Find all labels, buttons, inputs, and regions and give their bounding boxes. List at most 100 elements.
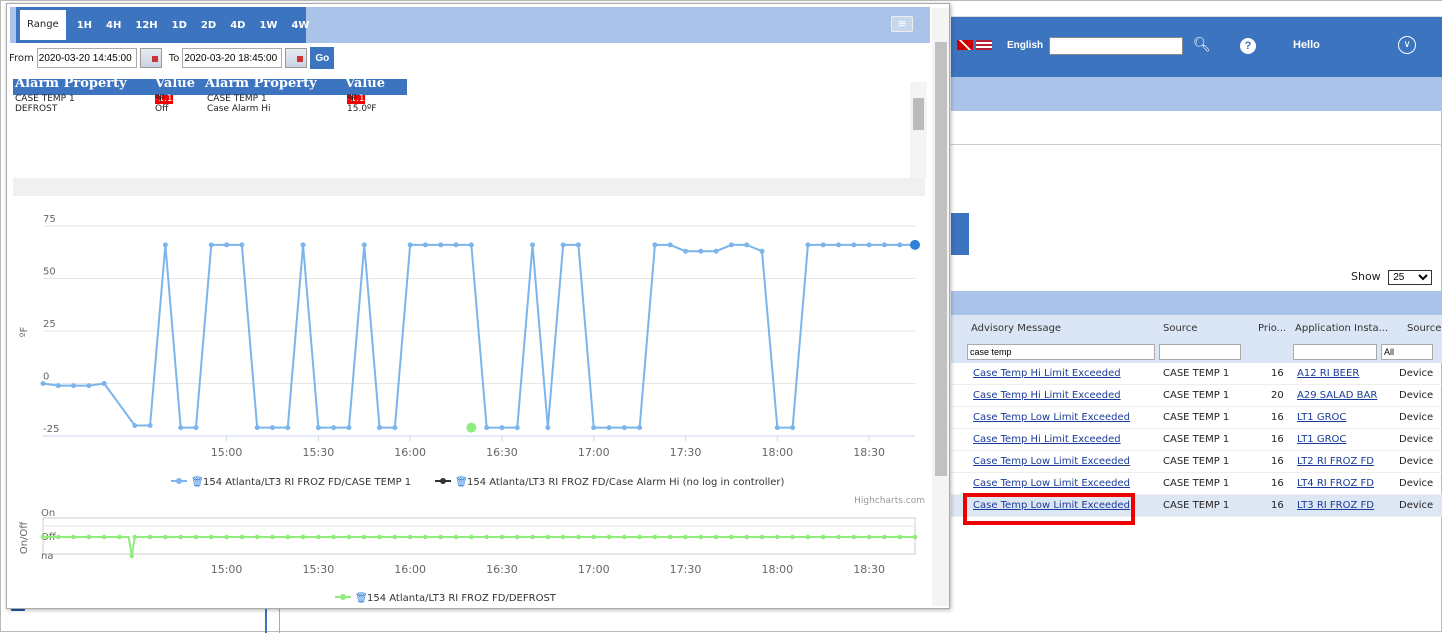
browser-top-strip [951, 1, 1442, 17]
col-source[interactable]: Source [1163, 323, 1197, 334]
search-icon[interactable]: 🔍︎ [1193, 36, 1211, 53]
table-row[interactable]: Case Temp Hi Limit Exceeded CASE TEMP 1 20… [951, 385, 1442, 407]
x-tick-label: 18:30 [853, 563, 885, 576]
to-date-input[interactable] [182, 48, 283, 68]
range-tab-2d[interactable]: 2D [194, 20, 223, 31]
source-type-cell: Device [1399, 478, 1434, 489]
table-row[interactable]: Case Temp Hi Limit Exceeded CASE TEMP 1 16… [951, 363, 1442, 385]
grid-toolbar [951, 291, 1442, 315]
range-tab-1h[interactable]: 1H [70, 20, 99, 31]
application-link[interactable]: LT1 GROC [1297, 434, 1346, 445]
filter-source-type-input[interactable] [1381, 344, 1433, 360]
source-cell: CASE TEMP 1 [1163, 434, 1230, 445]
priority-cell: 16 [1271, 368, 1284, 379]
advisory-message-link[interactable]: Case Temp Hi Limit Exceeded [973, 390, 1121, 401]
us-flag-icon[interactable] [976, 40, 992, 50]
page-size-select[interactable]: 25 [1388, 270, 1433, 285]
header-search-input[interactable] [1049, 37, 1183, 55]
side-toggle-button[interactable] [951, 213, 969, 255]
scroll-thumb[interactable] [913, 98, 924, 130]
advisory-message-link[interactable]: Case Temp Hi Limit Exceeded [973, 368, 1121, 379]
filter-message-input[interactable] [967, 344, 1155, 360]
data-point [377, 534, 382, 540]
show-label: Show [1351, 270, 1381, 283]
data-point [774, 425, 780, 431]
data-point [86, 534, 92, 540]
data-point [836, 242, 842, 248]
legend-item-case-temp: 154 Atlanta/LT3 RI FROZ FD/CASE TEMP 1 [203, 477, 411, 488]
uk-flag-icon[interactable] [957, 40, 973, 50]
chevron-down-icon[interactable]: ∨ [1398, 36, 1416, 54]
data-point [530, 534, 535, 540]
hamburger-icon[interactable]: ≡ [891, 16, 913, 32]
data-point [897, 242, 903, 248]
legend-symbol [440, 478, 446, 484]
range-tab-1d[interactable]: 1D [165, 20, 194, 31]
data-point [163, 534, 168, 540]
application-link[interactable]: LT1 GROC [1297, 412, 1346, 423]
data-point [269, 425, 275, 431]
source-cell: CASE TEMP 1 [1163, 412, 1230, 423]
advisory-message-link[interactable]: Case Temp Hi Limit Exceeded [973, 434, 1121, 445]
col-source-type[interactable]: Source [1407, 323, 1441, 334]
data-point [239, 242, 245, 248]
range-tab-4w[interactable]: 4W [284, 20, 316, 31]
advisory-message-link[interactable]: Case Temp Low Limit Exceeded [973, 412, 1130, 423]
header-alarm-property-2: Alarm Property [205, 76, 317, 91]
data-point [744, 242, 750, 248]
data-point [728, 242, 734, 248]
sub-header-bar [951, 77, 1442, 111]
range-tab-12h[interactable]: 12H [128, 20, 164, 31]
range-tab-range[interactable]: Range [20, 10, 66, 40]
filter-source-input[interactable] [1159, 344, 1241, 360]
application-link[interactable]: A12 RI BEER [1297, 368, 1359, 379]
table-row[interactable]: Case Temp Low Limit Exceeded CASE TEMP 1 1… [951, 495, 1442, 517]
scroll-thumb[interactable] [935, 42, 947, 476]
calendar-icon[interactable] [139, 48, 162, 68]
grid-header: Advisory Message Source Prio... Applicat… [951, 315, 1442, 341]
col-application-instance[interactable]: Application Insta... [1295, 323, 1388, 334]
data-point [101, 534, 107, 540]
x-tick-label: 17:00 [578, 446, 610, 459]
table-row[interactable]: Case Temp Low Limit Exceeded CASE TEMP 1 1… [951, 451, 1442, 473]
data-point [71, 383, 77, 389]
data-point [377, 425, 383, 431]
application-link[interactable]: A29 SALAD BAR [1297, 390, 1377, 401]
priority-cell: 16 [1271, 434, 1284, 445]
application-link[interactable]: LT4 RI FROZ FD [1297, 478, 1374, 489]
language-label[interactable]: English [1007, 40, 1043, 51]
advisory-message-link[interactable]: Case Temp Low Limit Exceeded [973, 500, 1130, 511]
legend-symbol [176, 478, 182, 484]
go-button[interactable]: Go [310, 47, 335, 69]
help-icon[interactable]: ? [1240, 38, 1256, 54]
col-priority[interactable]: Prio... [1258, 323, 1286, 334]
advisory-message-link[interactable]: Case Temp Low Limit Exceeded [973, 478, 1130, 489]
application-link[interactable]: LT2 RI FROZ FD [1297, 456, 1374, 467]
data-point [162, 242, 168, 248]
source-cell: CASE TEMP 1 [1163, 390, 1230, 401]
application-link[interactable]: LT3 RI FROZ FD [1297, 500, 1374, 511]
advisory-message-link[interactable]: Case Temp Low Limit Exceeded [973, 456, 1130, 467]
range-tab-1w[interactable]: 1W [252, 20, 284, 31]
table-row[interactable]: Case Temp Low Limit Exceeded CASE TEMP 1 1… [951, 473, 1442, 495]
popup-scrollbar[interactable] [932, 8, 949, 606]
data-point [129, 553, 135, 559]
table-row[interactable]: Case Temp Hi Limit Exceeded CASE TEMP 1 16… [951, 429, 1442, 451]
data-point [178, 425, 184, 431]
language-flags[interactable] [957, 40, 992, 50]
filter-app-input[interactable] [1293, 344, 1377, 360]
horizontal-scrollbar[interactable] [13, 178, 925, 196]
defrost-chart: OnOffnaOn/Off15:00 15:30 16:00 16:30 17:00 17… [19, 508, 918, 604]
data-point [468, 242, 474, 248]
table-row[interactable]: Case Temp Low Limit Exceeded CASE TEMP 1 1… [951, 407, 1442, 429]
priority-cell: 16 [1271, 456, 1284, 467]
range-tab-4h[interactable]: 4H [99, 20, 128, 31]
data-point [759, 248, 765, 254]
from-date-input[interactable] [36, 48, 137, 68]
calendar-icon[interactable] [285, 48, 308, 68]
data-point [55, 383, 61, 389]
table-scrollbar[interactable] [910, 82, 927, 178]
col-advisory-message[interactable]: Advisory Message [971, 323, 1061, 334]
range-tab-4d[interactable]: 4D [223, 20, 252, 31]
trash-icon: 🗑︎ [355, 592, 368, 604]
